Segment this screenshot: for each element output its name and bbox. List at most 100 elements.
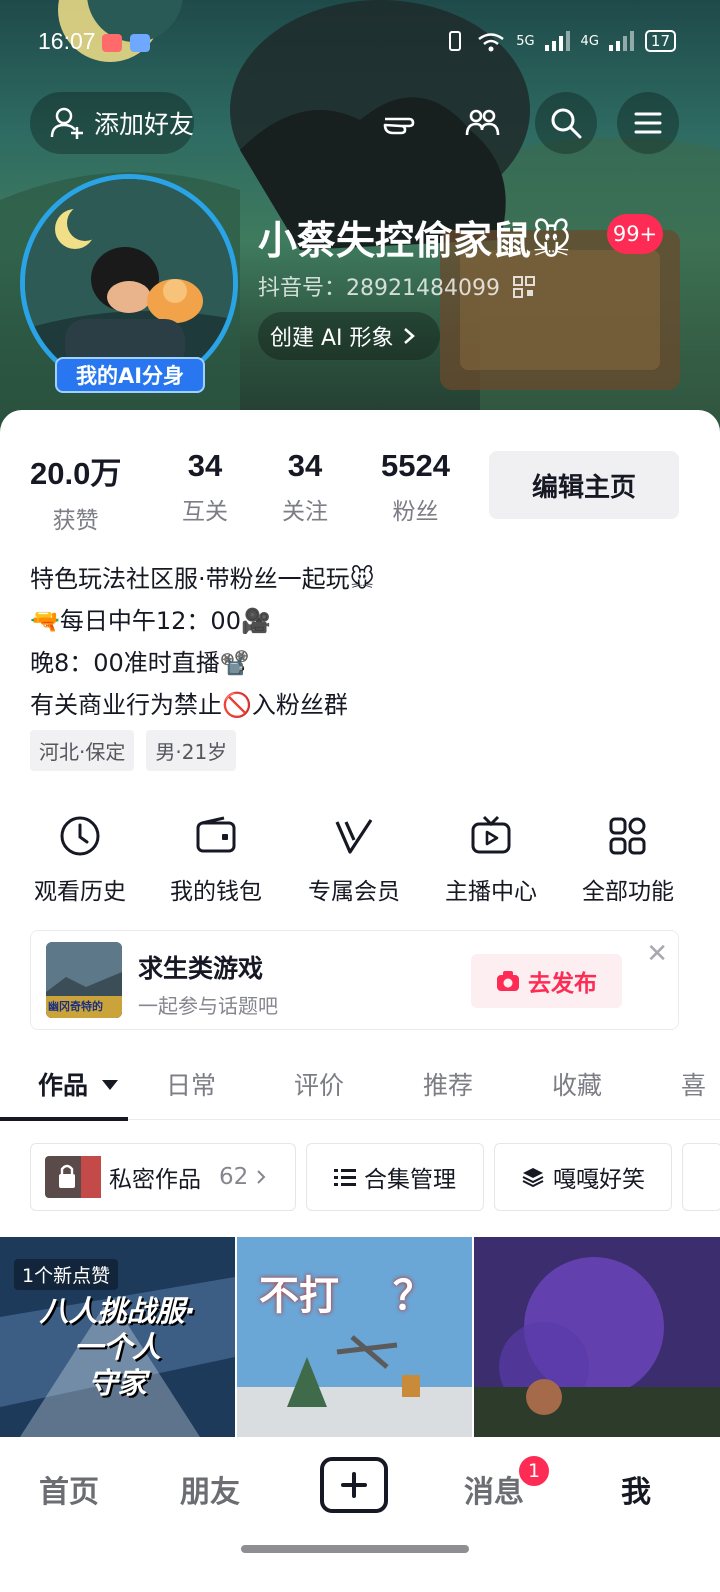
topic-thumbnail-caption: 幽冈奇特的 (48, 1000, 103, 1013)
private-works-label: 私密作品 (109, 1167, 201, 1193)
bottom-navigation: 首页 朋友 消息 1 我 (0, 1437, 720, 1592)
stat-likes-label: 获赞 (52, 508, 99, 534)
ai-avatar-badge[interactable]: 我的AI分身 (55, 357, 205, 393)
add-user-icon (50, 107, 83, 139)
private-works-chip[interactable]: 私密作品 62 (30, 1143, 296, 1211)
create-ai-label: 创建 AI 形象 (270, 326, 394, 351)
nav-friends[interactable]: 朋友 (180, 1467, 240, 1511)
group-users-icon (465, 109, 500, 136)
album-label: 嘎嘎好笑 (553, 1167, 645, 1193)
stat-likes-value: 20.0万 (30, 456, 122, 491)
tab-likes[interactable]: 喜 (681, 1066, 706, 1102)
video-thumbnail[interactable]: 不打 ？ (237, 1237, 472, 1437)
home-indicator[interactable] (241, 1545, 469, 1553)
watch-history-button[interactable]: 观看历史 (10, 812, 150, 906)
content-tabs: 作品 日常 评价 推荐 收藏 喜 (0, 1060, 720, 1120)
stat-mutual-label: 互关 (182, 499, 228, 525)
nav-messages[interactable]: 消息 (464, 1467, 524, 1511)
poke-button[interactable] (368, 92, 430, 154)
stat-likes[interactable]: 20.0万 获赞 (30, 448, 121, 535)
topic-subtitle: 一起参与话题吧 (138, 994, 278, 1018)
all-functions-button[interactable]: 全部功能 (558, 812, 698, 906)
grid-apps-icon (609, 817, 646, 855)
vibrate-icon (449, 31, 462, 51)
tab-favorites[interactable]: 收藏 (552, 1066, 602, 1102)
album-chip[interactable]: 嘎嘎好笑 (494, 1143, 672, 1211)
video-caption-line: 守家 (88, 1366, 147, 1400)
profile-header: 16:07 5G 4G 17 添加好友 我的AI分身 小蔡失控偷家鼠🐭 99+ … (0, 0, 720, 440)
nav-home[interactable]: 首页 (39, 1467, 99, 1511)
followers-button[interactable] (451, 92, 513, 154)
profile-tags: 河北·保定 男·21岁 (30, 730, 237, 771)
watch-history-label: 观看历史 (34, 879, 126, 905)
video-caption: 不打 ？ (259, 1263, 433, 1321)
tab-daily[interactable]: 日常 (166, 1066, 216, 1102)
camera-icon (497, 971, 519, 991)
add-friend-button[interactable]: 添加好友 (30, 92, 194, 154)
all-functions-label: 全部功能 (582, 879, 674, 905)
search-button[interactable] (535, 92, 597, 154)
list-icon (334, 1169, 356, 1186)
topic-card[interactable]: 幽冈奇特的 求生类游戏 一起参与话题吧 去发布 ✕ (30, 930, 679, 1030)
vip-label: 专属会员 (308, 879, 400, 905)
messages-unread-badge: 1 (517, 1454, 551, 1488)
collection-manage-chip[interactable]: 合集管理 (306, 1143, 484, 1211)
profile-nickname: 小蔡失控偷家鼠🐭 (258, 219, 572, 264)
bio-line: 有关商业行为禁止🚫入粉丝群 (30, 691, 348, 719)
create-post-button[interactable] (320, 1457, 388, 1513)
tab-active-indicator (0, 1117, 128, 1121)
douyin-id[interactable]: 抖音号：28921484099 (258, 270, 535, 302)
douyin-id-text: 抖音号：28921484099 (258, 276, 500, 301)
stat-fans-value: 5524 (381, 448, 450, 483)
caret-down-icon (101, 1080, 118, 1090)
tab-works[interactable]: 作品 (38, 1066, 119, 1102)
notification-count-badge[interactable]: 99+ (607, 214, 663, 254)
function-row: 观看历史 我的钱包 专属会员 主播中心 全部功能 (0, 812, 720, 912)
pointing-hand-icon (383, 117, 415, 135)
tv-play-icon (471, 815, 511, 854)
hamburger-menu-icon (634, 112, 662, 134)
stat-following-label: 关注 (282, 499, 328, 525)
chevron-right-icon (403, 328, 415, 344)
stat-fans[interactable]: 5524 粉丝 (381, 448, 450, 526)
menu-button[interactable] (617, 92, 679, 154)
edit-profile-button[interactable]: 编辑主页 (489, 451, 679, 519)
search-icon (551, 108, 582, 139)
battery-indicator: 17 (644, 30, 676, 52)
qr-code-icon (512, 276, 535, 298)
close-icon[interactable]: ✕ (646, 939, 668, 969)
video-thumbnail-art (474, 1237, 720, 1437)
status-time: 16:07 (38, 28, 96, 54)
wallet-label: 我的钱包 (170, 879, 262, 905)
clock-icon (60, 816, 100, 856)
nav-me[interactable]: 我 (621, 1467, 651, 1511)
lock-thumbnail-icon (45, 1156, 101, 1198)
add-friend-label: 添加好友 (94, 110, 195, 139)
wallet-icon (196, 816, 236, 853)
video-caption-line: 一个人 (73, 1330, 161, 1364)
more-chip[interactable] (682, 1143, 720, 1211)
collection-manage-label: 合集管理 (364, 1167, 456, 1193)
status-bar: 16:07 5G 4G 17 (0, 26, 720, 62)
plus-icon (341, 1472, 367, 1498)
bio-line: 晚8：00准时直播📽️ (30, 649, 250, 677)
tab-recommend[interactable]: 推荐 (423, 1066, 473, 1102)
tag-gender-age: 男·21岁 (146, 730, 237, 771)
chevron-right-icon (257, 1170, 266, 1184)
stat-following-value: 34 (287, 448, 323, 483)
wallet-button[interactable]: 我的钱包 (146, 812, 286, 906)
creator-center-button[interactable]: 主播中心 (421, 812, 561, 906)
video-grid: 1个新点赞 八人挑战服· 一个人 守家 不打 ？ (0, 1237, 720, 1437)
video-caption: 八人挑战服· 一个人 守家 (0, 1293, 235, 1401)
create-ai-button[interactable]: 创建 AI 形象 (258, 312, 440, 360)
stat-mutual[interactable]: 34 互关 (182, 448, 228, 526)
video-thumbnail[interactable] (474, 1237, 720, 1437)
vip-button[interactable]: 专属会员 (284, 812, 424, 906)
stat-fans-label: 粉丝 (392, 499, 439, 525)
topic-thumbnail: 幽冈奇特的 (46, 942, 122, 1018)
layers-icon (522, 1168, 544, 1188)
stat-following[interactable]: 34 关注 (282, 448, 328, 526)
tab-reviews[interactable]: 评价 (294, 1066, 344, 1102)
publish-button[interactable]: 去发布 (471, 954, 622, 1008)
video-thumbnail[interactable]: 1个新点赞 八人挑战服· 一个人 守家 (0, 1237, 235, 1437)
